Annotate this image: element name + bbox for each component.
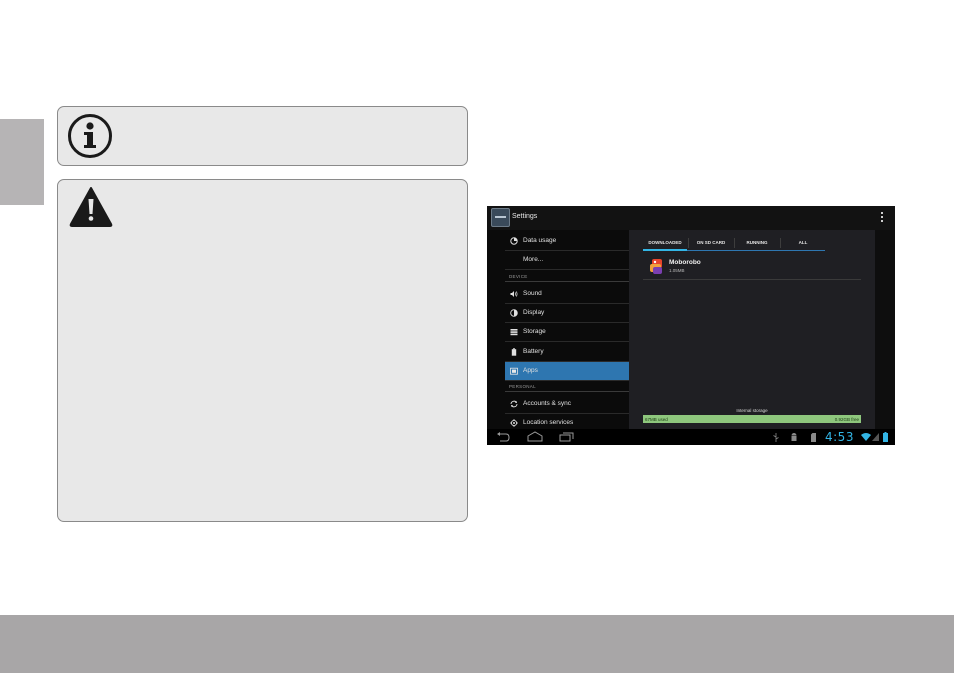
app-name[interactable]: Moborobo [669,259,701,266]
display-icon [510,309,518,317]
warning-icon [69,187,113,227]
settings-item-label: Location services [523,419,574,426]
side-tab-marker [0,119,44,205]
warning-note-box [57,179,468,522]
action-bar: Settings [487,206,895,230]
settings-item-sound[interactable]: Sound [505,285,629,304]
settings-item-display[interactable]: Display [505,304,629,323]
settings-item-storage[interactable]: Storage [505,323,629,342]
system-bar: 4:53 [487,429,895,445]
apps-pane: DOWNLOADED ON SD CARD RUNNING ALL Moboro… [629,230,875,429]
settings-item-battery[interactable]: Battery [505,343,629,362]
tablet-screenshot: Settings Data usage More... DEVICE Sound… [487,206,895,445]
storage-label: Internal storage [736,408,768,413]
location-icon [510,419,518,427]
usb-icon [773,433,779,442]
data-usage-icon [510,237,518,245]
battery-status-icon [883,432,888,442]
list-divider [643,279,861,280]
settings-item-apps[interactable]: Apps [505,362,629,381]
settings-item-label: More... [523,256,544,263]
settings-item-label: Display [523,309,545,316]
sd-card-icon [811,433,816,442]
overflow-menu-icon[interactable] [881,212,884,223]
storage-bar: 67MB used 0.92GB free [643,415,861,423]
section-header-personal: PERSONAL [509,384,536,389]
storage-icon [510,329,518,336]
settings-item-accounts-sync[interactable]: Accounts & sync [505,395,629,414]
status-clock: 4:53 [825,430,854,444]
recent-apps-icon[interactable] [559,432,574,442]
back-icon[interactable] [496,432,510,442]
settings-app-icon[interactable] [491,208,510,227]
settings-item-data-usage[interactable]: Data usage [505,232,629,251]
section-header-device: DEVICE [509,274,528,279]
moborobo-app-icon[interactable] [649,258,664,275]
home-icon[interactable] [527,431,543,442]
footer-band [0,615,954,673]
settings-item-label: Battery [523,348,544,355]
android-debug-icon [791,433,797,441]
sound-icon [510,291,518,297]
settings-item-label: Accounts & sync [523,400,572,407]
settings-item-label: Storage [523,328,546,335]
settings-item-label: Apps [523,367,538,374]
battery-icon [511,348,517,356]
sync-icon [510,400,518,408]
settings-item-label: Data usage [523,237,557,244]
section-divider [505,281,629,282]
section-divider [505,391,629,392]
apps-icon [510,367,518,375]
settings-item-label: Sound [523,290,542,297]
signal-icon [872,433,879,441]
info-icon [68,114,112,158]
info-note-box [57,106,468,166]
pane-edge [875,230,895,429]
wifi-icon [861,433,871,441]
action-bar-title: Settings [512,213,538,220]
storage-used: 67MB used [645,416,668,422]
active-tab-indicator [643,249,687,251]
app-size: 1.05MB [669,268,685,273]
settings-item-more[interactable]: More... [505,251,629,270]
settings-list: Data usage More... DEVICE Sound Display … [487,230,629,433]
storage-free: 0.92GB free [834,416,859,422]
